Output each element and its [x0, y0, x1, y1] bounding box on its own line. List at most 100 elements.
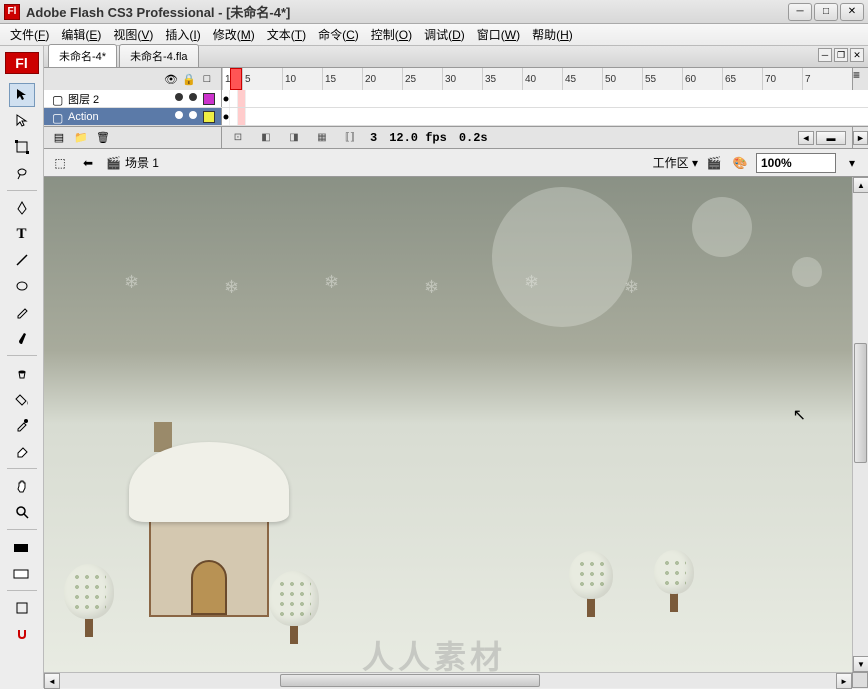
- scroll-track[interactable]: ▬: [816, 131, 846, 145]
- scroll-left[interactable]: ◄: [798, 131, 814, 145]
- lock-icon[interactable]: 🔒: [183, 73, 195, 85]
- edit-multiple-button[interactable]: ▦: [314, 131, 330, 145]
- frame-number[interactable]: 30: [442, 68, 482, 90]
- frame-number[interactable]: 70: [762, 68, 802, 90]
- subselection-tool[interactable]: [9, 109, 35, 133]
- frame-number[interactable]: 65: [722, 68, 762, 90]
- frame-number[interactable]: 45: [562, 68, 602, 90]
- layer-row[interactable]: ▢图层 2: [44, 90, 868, 108]
- rectangle-tool[interactable]: [9, 274, 35, 298]
- frame-number[interactable]: 25: [402, 68, 442, 90]
- free-transform-tool[interactable]: [9, 135, 35, 159]
- fill-color[interactable]: [9, 561, 35, 585]
- menu-o[interactable]: 控制(O): [365, 23, 418, 46]
- frame-cell[interactable]: [238, 90, 246, 107]
- timeline-menu[interactable]: ≡: [852, 68, 868, 90]
- back-button[interactable]: ⬅: [78, 154, 98, 172]
- maximize-button[interactable]: □: [814, 3, 838, 21]
- layer-info[interactable]: ▢Action: [44, 108, 222, 125]
- eyedropper-tool[interactable]: [9, 413, 35, 437]
- vertical-scrollbar[interactable]: ▲ ▼: [852, 177, 868, 672]
- doc-close[interactable]: ✕: [850, 48, 864, 62]
- layer-color[interactable]: [203, 111, 215, 123]
- scroll-thumb-h[interactable]: [280, 674, 540, 687]
- scroll-thumb-v[interactable]: [854, 343, 867, 463]
- onion-outline-button[interactable]: ◨: [286, 131, 302, 145]
- pen-tool[interactable]: [9, 196, 35, 220]
- layer-frames[interactable]: [222, 108, 868, 125]
- menu-i[interactable]: 插入(I): [159, 23, 206, 46]
- selection-tool[interactable]: [9, 83, 35, 107]
- line-tool[interactable]: [9, 248, 35, 272]
- frame-cell[interactable]: [238, 108, 246, 125]
- snap-tool[interactable]: [9, 622, 35, 646]
- visibility-icon[interactable]: 👁: [165, 73, 177, 85]
- horizontal-scrollbar[interactable]: ◄ ►: [44, 672, 852, 688]
- minimize-button[interactable]: ─: [788, 3, 812, 21]
- ink-bottle-tool[interactable]: [9, 361, 35, 385]
- brush-tool[interactable]: [9, 326, 35, 350]
- frame-number[interactable]: 15: [322, 68, 362, 90]
- scene-label[interactable]: 🎬 场景 1: [106, 154, 159, 171]
- doc-maximize[interactable]: ❐: [834, 48, 848, 62]
- zoom-dropdown[interactable]: ▾: [842, 154, 862, 172]
- text-tool[interactable]: T: [9, 222, 35, 246]
- menu-c[interactable]: 命令(C): [312, 23, 365, 46]
- stroke-color[interactable]: [9, 535, 35, 559]
- menu-h[interactable]: 帮助(H): [526, 23, 579, 46]
- workspace-dropdown[interactable]: 工作区 ▾: [653, 154, 698, 171]
- edit-symbol-button[interactable]: 🎬: [704, 154, 724, 172]
- lock-dot[interactable]: [189, 111, 197, 119]
- eraser-tool[interactable]: [9, 439, 35, 463]
- paint-bucket-tool[interactable]: [9, 387, 35, 411]
- frame-number[interactable]: 50: [602, 68, 642, 90]
- menu-f[interactable]: 文件(F): [4, 23, 55, 46]
- scroll-right[interactable]: ►: [853, 131, 868, 145]
- symbol-button[interactable]: 🎨: [730, 154, 750, 172]
- frame-number[interactable]: 10: [282, 68, 322, 90]
- frame-number[interactable]: 60: [682, 68, 722, 90]
- visibility-dot[interactable]: [175, 111, 183, 119]
- frames-ruler[interactable]: 15101520253035404550556065707: [222, 68, 852, 90]
- menu-m[interactable]: 修改(M): [207, 23, 261, 46]
- document-tab[interactable]: 未命名-4.fla: [119, 44, 198, 67]
- layer-frames[interactable]: [222, 90, 868, 107]
- frame-number[interactable]: 20: [362, 68, 402, 90]
- frame-number[interactable]: 7: [802, 68, 842, 90]
- lock-dot[interactable]: [189, 93, 197, 101]
- new-layer-button[interactable]: ▤: [50, 130, 68, 146]
- document-tab[interactable]: 未命名-4*: [48, 44, 117, 67]
- frame-number[interactable]: 40: [522, 68, 562, 90]
- layer-color[interactable]: [203, 93, 215, 105]
- scroll-up-button[interactable]: ▲: [853, 177, 868, 193]
- outline-icon[interactable]: □: [201, 73, 213, 85]
- zoom-tool[interactable]: [9, 500, 35, 524]
- frame-cell[interactable]: [230, 108, 238, 125]
- edit-scene-button[interactable]: ⬚: [50, 154, 70, 172]
- frame-cell[interactable]: [230, 90, 238, 107]
- menu-e[interactable]: 编辑(E): [55, 23, 107, 46]
- frame-number[interactable]: 5: [242, 68, 282, 90]
- hand-tool[interactable]: [9, 474, 35, 498]
- playhead[interactable]: [230, 68, 242, 90]
- frame-number[interactable]: 55: [642, 68, 682, 90]
- scroll-right-button[interactable]: ►: [836, 673, 852, 689]
- onion-skin-button[interactable]: ◧: [258, 131, 274, 145]
- scroll-left-button[interactable]: ◄: [44, 673, 60, 689]
- zoom-select[interactable]: [756, 153, 836, 173]
- layer-row[interactable]: ▢Action: [44, 108, 868, 126]
- options-tool[interactable]: [9, 596, 35, 620]
- visibility-dot[interactable]: [175, 93, 183, 101]
- scroll-track-h[interactable]: [60, 673, 836, 688]
- stage-canvas[interactable]: [44, 177, 852, 672]
- menu-w[interactable]: 窗口(W): [471, 23, 526, 46]
- new-folder-button[interactable]: 📁: [72, 130, 90, 146]
- keyframe[interactable]: [222, 108, 230, 125]
- menu-v[interactable]: 视图(V): [107, 23, 159, 46]
- scroll-track-v[interactable]: [853, 193, 868, 656]
- menu-t[interactable]: 文本(T): [261, 23, 312, 46]
- close-button[interactable]: ✕: [840, 3, 864, 21]
- delete-layer-button[interactable]: 🗑: [94, 130, 112, 146]
- menu-d[interactable]: 调试(D): [418, 23, 471, 46]
- layer-info[interactable]: ▢图层 2: [44, 90, 222, 107]
